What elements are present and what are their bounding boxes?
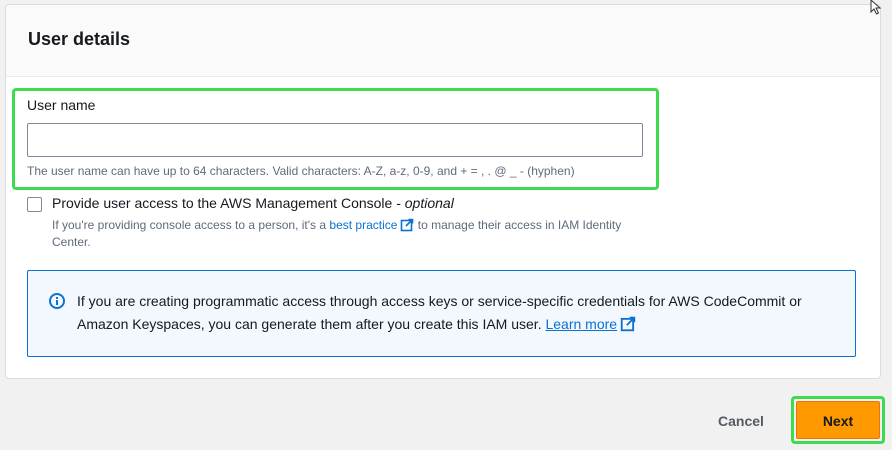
info-alert: If you are creating programmatic access … bbox=[27, 270, 856, 357]
learn-more-link-text: Learn more bbox=[545, 316, 618, 332]
mouse-cursor-icon bbox=[870, 0, 882, 15]
external-link-icon bbox=[401, 218, 414, 232]
console-access-checkbox[interactable] bbox=[27, 197, 42, 212]
info-alert-text: If you are creating programmatic access … bbox=[77, 290, 817, 336]
info-icon bbox=[49, 293, 65, 309]
panel-header bbox=[6, 5, 880, 77]
external-link-icon bbox=[620, 316, 636, 332]
next-highlight-box bbox=[791, 396, 885, 444]
console-access-label[interactable]: Provide user access to the AWS Managemen… bbox=[52, 195, 454, 211]
best-practice-link[interactable]: best practice bbox=[329, 218, 414, 232]
cancel-button[interactable]: Cancel bbox=[700, 404, 782, 436]
info-alert-message: If you are creating programmatic access … bbox=[77, 293, 802, 332]
page: User details User name The user name can… bbox=[0, 0, 892, 450]
learn-more-link[interactable]: Learn more bbox=[545, 316, 636, 332]
panel-title: User details bbox=[28, 29, 131, 49]
console-access-label-text: Provide user access to the AWS Managemen… bbox=[52, 195, 405, 211]
optional-tag: optional bbox=[404, 195, 454, 211]
console-desc-before: If you're providing console access to a … bbox=[52, 218, 330, 232]
username-highlight-box bbox=[12, 88, 659, 190]
best-practice-link-text: best practice bbox=[329, 218, 398, 232]
console-access-description: If you're providing console access to a … bbox=[52, 217, 652, 251]
